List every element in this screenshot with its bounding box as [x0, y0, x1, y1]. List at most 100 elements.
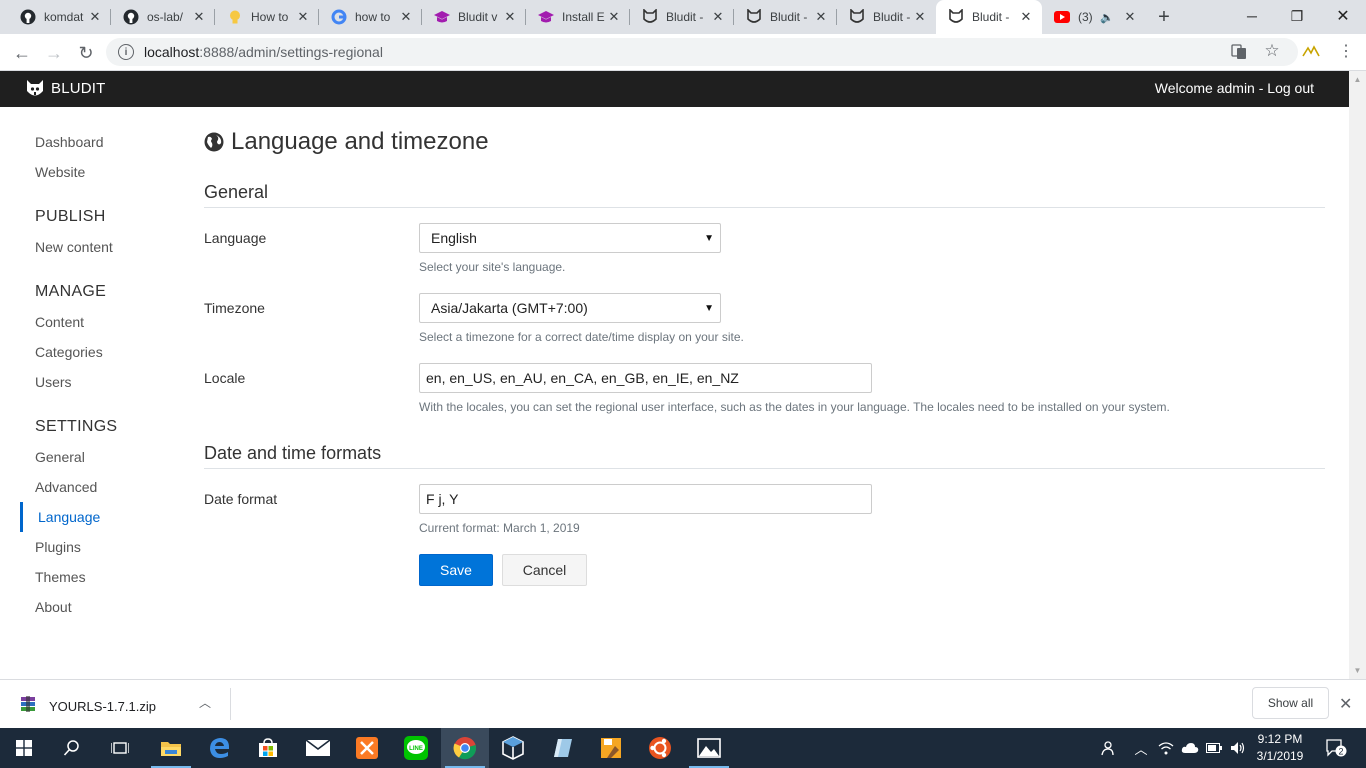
- forward-button[interactable]: →: [41, 40, 67, 66]
- mail-icon[interactable]: [294, 728, 342, 768]
- language-select-value: English: [431, 230, 477, 246]
- close-icon[interactable]: ✕: [502, 9, 518, 25]
- show-all-downloads-button[interactable]: Show all: [1252, 687, 1329, 719]
- sidebar-item-new-content[interactable]: New content: [35, 239, 113, 255]
- extension-icon[interactable]: [1302, 42, 1320, 60]
- address-bar[interactable]: i localhost:8888/admin/settings-regional: [106, 38, 1298, 66]
- close-icon[interactable]: ✕: [87, 9, 103, 25]
- bludit-icon: [948, 9, 964, 25]
- url-path: :8888/admin/settings-regional: [199, 44, 383, 60]
- restore-button[interactable]: ❐: [1274, 0, 1320, 32]
- people-icon[interactable]: [1094, 728, 1118, 768]
- language-select[interactable]: English ▼: [419, 223, 721, 253]
- browser-tab[interactable]: How to ✕: [215, 0, 319, 34]
- timezone-label: Timezone: [204, 300, 265, 316]
- clock-date: 3/1/2019: [1256, 749, 1304, 763]
- close-icon[interactable]: ✕: [1339, 694, 1352, 714]
- locale-label: Locale: [204, 370, 246, 386]
- back-button[interactable]: ←: [9, 40, 35, 66]
- bookmark-star-icon[interactable]: ☆: [1263, 41, 1281, 60]
- virtualbox-icon[interactable]: [489, 728, 537, 768]
- language-label: Language: [204, 230, 267, 246]
- file-explorer-icon[interactable]: [147, 728, 195, 768]
- new-tab-button[interactable]: +: [1152, 5, 1176, 29]
- page-scrollbar[interactable]: ▲ ▼: [1349, 71, 1366, 679]
- google-icon: [331, 9, 347, 25]
- locale-input[interactable]: en, en_US, en_AU, en_CA, en_GB, en_IE, e…: [419, 363, 872, 393]
- sidebar-item-users[interactable]: Users: [35, 374, 72, 390]
- browser-tab[interactable]: Install E ✕: [526, 0, 630, 34]
- sidebar-item-content[interactable]: Content: [35, 314, 84, 330]
- chevron-up-icon[interactable]: ︿: [199, 694, 211, 711]
- date-format-input[interactable]: F j, Y: [419, 484, 872, 514]
- sidebar-item-plugins[interactable]: Plugins: [35, 539, 81, 555]
- scroll-up-icon[interactable]: ▲: [1349, 71, 1366, 88]
- browser-tab[interactable]: os-lab/ ✕: [111, 0, 215, 34]
- info-icon[interactable]: i: [118, 44, 134, 60]
- sidebar-item-language[interactable]: Language: [38, 509, 100, 525]
- close-icon[interactable]: ✕: [1122, 9, 1138, 25]
- bludit-logo-icon[interactable]: [26, 79, 44, 99]
- scroll-down-icon[interactable]: ▼: [1349, 662, 1366, 679]
- taskbar-clock[interactable]: 9:12 PM 3/1/2019: [1252, 731, 1308, 765]
- tab-title: Bludit -: [666, 10, 704, 24]
- sidebar-item-dashboard[interactable]: Dashboard: [35, 134, 104, 150]
- sidebar-item-general[interactable]: General: [35, 449, 85, 465]
- translate-icon[interactable]: [1230, 43, 1248, 61]
- welcome-logout-link[interactable]: Welcome admin - Log out: [1155, 80, 1314, 96]
- timezone-select[interactable]: Asia/Jakarta (GMT+7:00) ▼: [419, 293, 721, 323]
- close-icon[interactable]: ✕: [398, 9, 414, 25]
- browser-tab[interactable]: Bludit - ✕: [734, 0, 837, 34]
- onedrive-icon[interactable]: [1179, 728, 1201, 768]
- task-view-icon[interactable]: [96, 728, 144, 768]
- tab-title: how to: [355, 10, 391, 24]
- close-icon[interactable]: ✕: [606, 9, 622, 25]
- reload-button[interactable]: ↻: [73, 40, 99, 66]
- close-icon[interactable]: ✕: [710, 9, 726, 25]
- window-close-button[interactable]: ✕: [1320, 0, 1366, 32]
- battery-icon[interactable]: [1203, 728, 1225, 768]
- sidebar-item-themes[interactable]: Themes: [35, 569, 86, 585]
- tray-chevron-up-icon[interactable]: ︿: [1131, 728, 1151, 768]
- sidebar-item-website[interactable]: Website: [35, 164, 85, 180]
- sidebar-item-categories[interactable]: Categories: [35, 344, 103, 360]
- xampp-icon[interactable]: [343, 728, 391, 768]
- chrome-icon[interactable]: [441, 728, 489, 768]
- browser-tab[interactable]: Bludit - ✕: [837, 0, 936, 34]
- browser-tab[interactable]: komdat ✕: [8, 0, 111, 34]
- close-icon[interactable]: ✕: [1018, 9, 1034, 25]
- windows-taskbar: LINE ︿ 9:12 PM 3/1/2019 2: [0, 728, 1366, 768]
- wifi-icon[interactable]: [1155, 728, 1177, 768]
- minimize-button[interactable]: ─: [1229, 0, 1275, 32]
- action-center-icon[interactable]: 2: [1318, 728, 1354, 768]
- sidebar-item-advanced[interactable]: Advanced: [35, 479, 97, 495]
- close-icon[interactable]: ✕: [912, 9, 928, 25]
- browser-tab-active[interactable]: Bludit - ✕: [936, 0, 1042, 34]
- tools-app-icon[interactable]: [587, 728, 635, 768]
- menu-kebab-icon[interactable]: ⋮: [1337, 42, 1355, 60]
- github-icon: [123, 9, 139, 25]
- volume-icon[interactable]: [1227, 728, 1249, 768]
- sidebar-item-about[interactable]: About: [35, 599, 72, 615]
- photos-icon[interactable]: [685, 728, 733, 768]
- download-file-name[interactable]: YOURLS-1.7.1.zip: [49, 699, 156, 714]
- search-icon[interactable]: [48, 728, 96, 768]
- browser-tab[interactable]: Bludit v ✕: [422, 0, 526, 34]
- notes-app-icon[interactable]: [538, 728, 586, 768]
- browser-tab[interactable]: Bludit - ✕: [630, 0, 734, 34]
- browser-tab[interactable]: (3) 🔈 ✕: [1042, 0, 1146, 34]
- brand-name[interactable]: BLUDIT: [51, 80, 106, 97]
- save-button[interactable]: Save: [419, 554, 493, 586]
- close-icon[interactable]: ✕: [295, 9, 311, 25]
- store-icon[interactable]: [244, 728, 292, 768]
- cancel-button[interactable]: Cancel: [502, 554, 587, 586]
- notification-count: 2: [1338, 747, 1343, 757]
- close-icon[interactable]: ✕: [191, 9, 207, 25]
- close-icon[interactable]: ✕: [813, 9, 829, 25]
- windows-start-icon[interactable]: [0, 728, 48, 768]
- browser-tab[interactable]: how to ✕: [319, 0, 422, 34]
- page-title-text: Language and timezone: [231, 128, 489, 155]
- edge-icon[interactable]: [196, 728, 244, 768]
- ubuntu-icon[interactable]: [636, 728, 684, 768]
- line-app-icon[interactable]: LINE: [392, 728, 440, 768]
